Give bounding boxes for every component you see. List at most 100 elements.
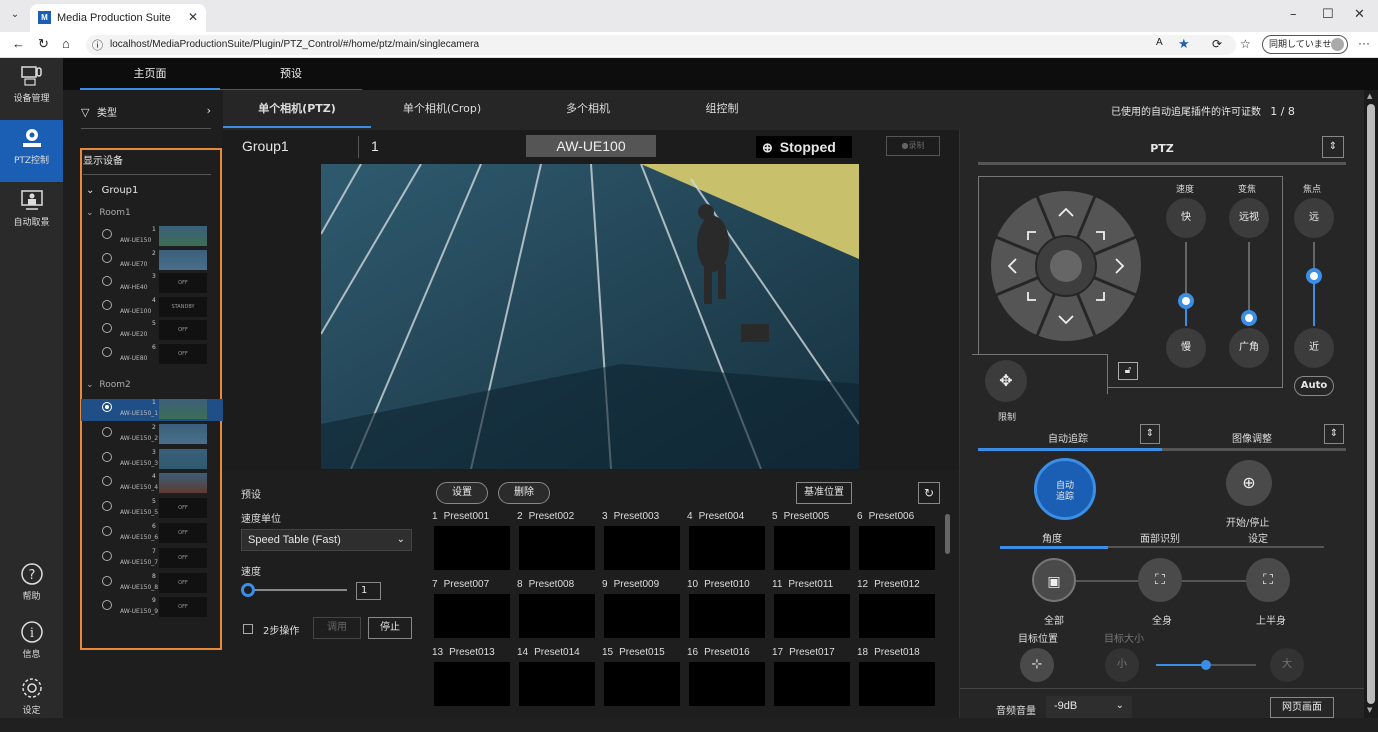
tab-face-recognition[interactable]: 面部识别 (1140, 530, 1180, 545)
scroll-down-icon[interactable]: ▼ (1367, 706, 1372, 714)
preset-tile[interactable]: 4 Preset004 (687, 511, 767, 573)
device-row[interactable]: 9 AW-UE150_9 OFF (81, 597, 226, 619)
favorites-icon[interactable]: ☆ (1240, 37, 1251, 51)
tab-group-control[interactable]: 组控制 (663, 90, 781, 128)
device-radio[interactable] (102, 476, 112, 487)
preset-tile[interactable]: 1 Preset001 (432, 511, 512, 573)
size-small-button[interactable]: 小 (1105, 648, 1139, 682)
device-row[interactable]: 7 AW-UE150_7 OFF (81, 547, 226, 570)
device-row[interactable]: 2 AW-UE150_2 (81, 423, 226, 446)
preset-tile[interactable]: 15 Preset015 (602, 647, 682, 709)
scroll-up-icon[interactable]: ▲ (1367, 92, 1372, 100)
focus-near-button[interactable]: 近 (1294, 328, 1334, 368)
nav-device-management[interactable]: 设备管理 (0, 58, 63, 120)
device-radio[interactable] (102, 252, 112, 263)
tab-angle[interactable]: 角度 (1042, 530, 1062, 545)
set-button[interactable]: 设置 (436, 482, 488, 504)
device-radio[interactable] (102, 229, 112, 239)
speed-slider[interactable] (241, 582, 347, 598)
device-radio[interactable] (102, 575, 112, 586)
scroll-thumb[interactable] (1367, 104, 1375, 704)
nav-ptz-control[interactable]: PTZ控制 (0, 120, 63, 182)
audio-volume-select[interactable]: -9dB ⌄ (1046, 696, 1132, 718)
browser-tab[interactable]: M Media Production Suite ✕ (30, 4, 206, 32)
tab-single-crop[interactable]: 单个相机(Crop) (371, 90, 513, 128)
preset-tile[interactable]: 7 Preset007 (432, 579, 512, 641)
minimize-icon[interactable]: – (1290, 7, 1297, 22)
preset-tile[interactable]: 9 Preset009 (602, 579, 682, 641)
preset-tile[interactable]: 16 Preset016 (687, 647, 767, 709)
size-large-button[interactable]: 大 (1270, 648, 1304, 682)
preset-scrollbar[interactable] (945, 514, 950, 554)
nav-help[interactable]: ? 帮助 (0, 556, 63, 618)
delete-button[interactable]: 删除 (498, 482, 550, 504)
zoom-tele-button[interactable]: 远视 (1229, 198, 1269, 238)
room2-node[interactable]: ⌄ Room2 (86, 380, 131, 390)
favorite-star-icon[interactable]: ★ (1178, 36, 1190, 52)
angle-body-button[interactable]: ⛶ (1138, 558, 1182, 602)
home-icon[interactable]: ⌂ (62, 36, 70, 51)
device-row[interactable]: 5 AW-UE150_5 OFF (81, 498, 226, 520)
device-row[interactable]: 3 AW-UE150_3 (81, 448, 226, 471)
refresh-presets-button[interactable]: ↻ (918, 482, 940, 504)
size-slider-thumb[interactable] (1201, 660, 1211, 670)
device-radio[interactable] (102, 426, 112, 437)
zoom-slider-thumb[interactable] (1241, 309, 1257, 326)
extensions-icon[interactable]: ⟳ (1212, 37, 1222, 51)
tab-single-ptz[interactable]: 单个相机(PTZ) (223, 90, 371, 128)
limit-button[interactable]: ✥ (985, 360, 1027, 402)
device-radio[interactable] (102, 600, 112, 611)
nav-info[interactable]: i 信息 (0, 614, 63, 676)
more-icon[interactable]: ··· (1358, 36, 1370, 50)
filter-row[interactable]: ▽ 类型 › (81, 104, 211, 122)
tracking-collapse-button[interactable]: ⇕ (1140, 424, 1160, 444)
device-row[interactable]: 4 AW-UE150_4 (81, 473, 226, 495)
tab-multi-camera[interactable]: 多个相机 (513, 90, 663, 128)
back-icon[interactable]: ← (12, 36, 25, 51)
nav-settings[interactable]: 设定 (0, 670, 63, 732)
preset-tile[interactable]: 6 Preset006 (857, 511, 937, 573)
start-stop-button[interactable]: ⊕ (1226, 460, 1272, 506)
preset-tile[interactable]: 11 Preset011 (772, 579, 852, 641)
focus-slider-thumb[interactable] (1306, 267, 1322, 284)
angle-full-button[interactable]: ▣ (1032, 558, 1076, 602)
device-row[interactable]: 4 AW-UE100 STANDBY (81, 296, 226, 319)
lock-button[interactable]: 🔓︎ (1118, 362, 1138, 380)
preset-tile[interactable]: 14 Preset014 (517, 647, 597, 709)
preset-tile[interactable]: 5 Preset005 (772, 511, 852, 573)
device-radio[interactable] (102, 323, 112, 333)
auto-tracking-button[interactable]: 自动追踪 (1034, 458, 1096, 520)
refresh-icon[interactable]: ↻ (38, 36, 49, 52)
slider-thumb[interactable] (241, 583, 255, 597)
preset-tile[interactable]: 2 Preset002 (517, 511, 597, 573)
device-radio[interactable] (102, 526, 112, 536)
speed-slider-vertical[interactable] (1178, 242, 1194, 326)
tab-auto-tracking[interactable]: 自动追踪 (1048, 430, 1088, 445)
nav-auto-framing[interactable]: 自动取景 (0, 182, 63, 244)
pan-tilt-pad[interactable] (988, 188, 1144, 344)
device-row[interactable]: 3 AW-HE40 OFF (81, 273, 226, 295)
device-row[interactable]: 8 AW-UE150_8 OFF (81, 572, 226, 595)
read-aloud-icon[interactable]: A (1156, 37, 1163, 48)
tab-preset[interactable]: 预设 (220, 58, 362, 90)
group-node[interactable]: ⌄ Group1 (86, 185, 138, 196)
device-row[interactable]: 1 AW-UE150 (81, 226, 226, 248)
focus-far-button[interactable]: 远 (1294, 198, 1334, 238)
page-scrollbar[interactable]: ▲ ▼ (1364, 90, 1378, 718)
profile-sync-button[interactable]: 同期していません (1262, 35, 1348, 54)
focus-auto-button[interactable]: Auto (1294, 376, 1334, 396)
device-radio[interactable] (102, 451, 112, 462)
device-row[interactable]: 2 AW-UE70 (81, 249, 226, 272)
speed-slow-button[interactable]: 慢 (1166, 328, 1206, 368)
device-radio[interactable] (102, 550, 112, 561)
image-collapse-button[interactable]: ⇕ (1324, 424, 1344, 444)
target-size-slider[interactable] (1156, 660, 1256, 670)
maximize-icon[interactable]: ☐ (1322, 7, 1334, 22)
device-row[interactable]: 1 AW-UE150_1 (81, 399, 226, 421)
device-row[interactable]: 6 AW-UE150_6 OFF (81, 523, 226, 545)
speed-table-select[interactable]: Speed Table (Fast) ⌄ (241, 529, 412, 551)
tab-main[interactable]: 主页面 (80, 58, 220, 90)
preset-tile[interactable]: 12 Preset012 (857, 579, 937, 641)
home-position-button[interactable]: 基准位置 (796, 482, 852, 504)
device-row[interactable]: 6 AW-UE80 OFF (81, 343, 226, 366)
